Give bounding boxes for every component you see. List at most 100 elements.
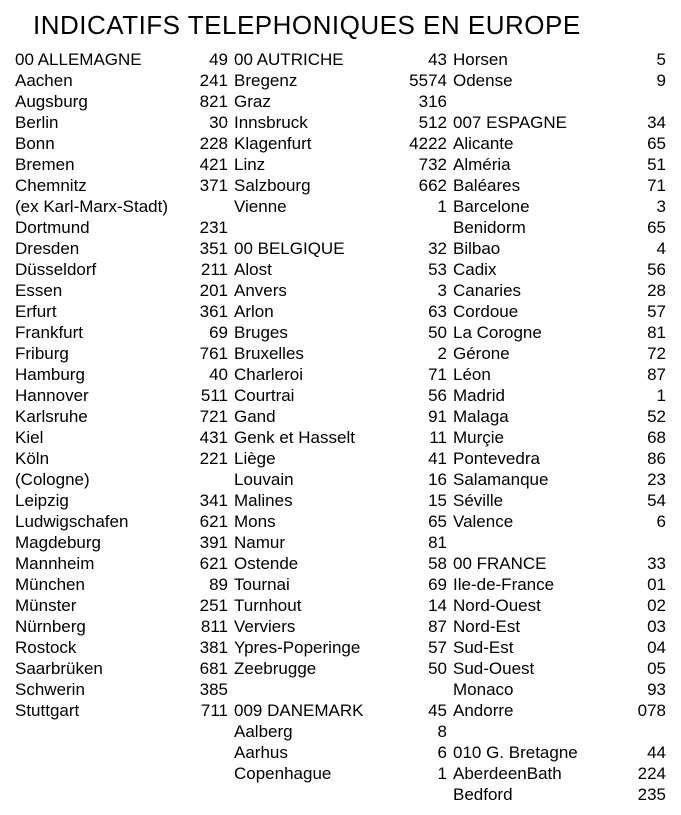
entry-name: Bremen xyxy=(15,154,79,175)
entry-row: Pontevedra86 xyxy=(453,448,666,469)
entry-name: Charleroi xyxy=(234,364,307,385)
entry-row: Valence6 xyxy=(453,511,666,532)
entry-name: Canaries xyxy=(453,280,525,301)
entry-code: 65 xyxy=(407,511,447,532)
entry-code: 71 xyxy=(626,175,666,196)
entry-name: Essen xyxy=(15,280,66,301)
entry-row: Salzbourg662 xyxy=(234,175,447,196)
entry-row: Hamburg40 xyxy=(15,364,228,385)
entry-row: Alicante 65 xyxy=(453,133,666,154)
entry-name: Louvain xyxy=(234,469,298,490)
entry-name: Ostende xyxy=(234,553,302,574)
entry-name: Karlsruhe xyxy=(15,406,92,427)
entry-name: Kiel xyxy=(15,427,47,448)
entry-code: 01 xyxy=(626,574,666,595)
entry-code: 11 xyxy=(407,427,447,448)
entry-row: Aalberg8 xyxy=(234,721,447,742)
entry-row: 00 AUTRICHE43 xyxy=(234,49,447,70)
entry-row: Kiel431 xyxy=(15,427,228,448)
entry-code: 231 xyxy=(188,217,228,238)
entry-row: Schwerin 385 xyxy=(15,679,228,700)
entry-code: 221 xyxy=(188,448,228,469)
entry-code: 50 xyxy=(407,322,447,343)
entry-row: Essen 201 xyxy=(15,280,228,301)
entry-row: Courtrai56 xyxy=(234,385,447,406)
entry-row: München 89 xyxy=(15,574,228,595)
entry-name: AberdeenBath xyxy=(453,763,566,784)
entry-code: 86 xyxy=(626,448,666,469)
entry-name: Bruxelles xyxy=(234,343,308,364)
entry-name: Aachen xyxy=(15,70,77,91)
entry-name: Zeebrugge xyxy=(234,658,320,679)
entry-row: Ile-de-France01 xyxy=(453,574,666,595)
entry-name: Alicante xyxy=(453,133,517,154)
entry-row: Rostock381 xyxy=(15,637,228,658)
entry-code: 3 xyxy=(626,196,666,217)
entry-code: 28 xyxy=(626,280,666,301)
entry-name: Tournai xyxy=(234,574,294,595)
entry-code: 251 xyxy=(188,595,228,616)
entry-row: Nürnberg811 xyxy=(15,616,228,637)
entry-name: Andorre xyxy=(453,700,517,721)
spacer xyxy=(234,217,447,238)
entry-row: Innsbruck512 xyxy=(234,112,447,133)
entry-name: Schwerin xyxy=(15,679,89,700)
entry-code: 54 xyxy=(626,490,666,511)
entry-name: Monaco xyxy=(453,679,517,700)
entry-code: 89 xyxy=(188,574,228,595)
entry-row: Horsen5 xyxy=(453,49,666,70)
entry-row: Chemnitz371 xyxy=(15,175,228,196)
entry-code: 16 xyxy=(407,469,447,490)
entry-code: 65 xyxy=(626,133,666,154)
entry-code: 201 xyxy=(188,280,228,301)
entry-code: 361 xyxy=(188,301,228,322)
entry-code: 51 xyxy=(626,154,666,175)
entry-row: Benidorm65 xyxy=(453,217,666,238)
entry-code: 56 xyxy=(626,259,666,280)
entry-row: Cadix56 xyxy=(453,259,666,280)
entry-row: Genk et Hasselt11 xyxy=(234,427,447,448)
entry-code: 87 xyxy=(407,616,447,637)
entry-row: Malines15 xyxy=(234,490,447,511)
entry-code xyxy=(188,196,228,217)
entry-code: 57 xyxy=(407,637,447,658)
entry-name: Hannover xyxy=(15,385,93,406)
entry-row: Malaga52 xyxy=(453,406,666,427)
entry-row: Madrid1 xyxy=(453,385,666,406)
entry-code: 43 xyxy=(407,49,447,70)
entry-row: Stuttgart711 xyxy=(15,700,228,721)
entry-name: Anvers xyxy=(234,280,291,301)
entry-code: 58 xyxy=(407,553,447,574)
entry-row: Bregenz5574 xyxy=(234,70,447,91)
entry-code: 078 xyxy=(626,700,666,721)
entry-code: 02 xyxy=(626,595,666,616)
entry-row: Klagenfurt4222 xyxy=(234,133,447,154)
entry-row: Ludwigschafen621 xyxy=(15,511,228,532)
entry-code: 49 xyxy=(188,49,228,70)
entry-code: 15 xyxy=(407,490,447,511)
entry-name: Copenhague xyxy=(234,763,335,784)
entry-code: 41 xyxy=(407,448,447,469)
entry-code: 228 xyxy=(188,133,228,154)
entry-code: 50 xyxy=(407,658,447,679)
entry-name: München xyxy=(15,574,89,595)
entry-row: AberdeenBath224 xyxy=(453,763,666,784)
entry-code: 821 xyxy=(188,91,228,112)
entry-code: 385 xyxy=(188,679,228,700)
entry-row: Köln221 xyxy=(15,448,228,469)
entry-name: Vienne xyxy=(234,196,291,217)
entry-row: Mons65 xyxy=(234,511,447,532)
entry-code: 69 xyxy=(407,574,447,595)
entry-code: 761 xyxy=(188,343,228,364)
entry-code: 235 xyxy=(626,784,666,805)
entry-row: Namur81 xyxy=(234,532,447,553)
entry-code: 72 xyxy=(626,343,666,364)
entry-row: 00 FRANCE33 xyxy=(453,553,666,574)
entry-row: Monaco93 xyxy=(453,679,666,700)
entry-name: Verviers xyxy=(234,616,299,637)
entry-code: 53 xyxy=(407,259,447,280)
entry-name: Klagenfurt xyxy=(234,133,316,154)
entry-code: 81 xyxy=(407,532,447,553)
entry-name: 00 BELGIQUE xyxy=(234,238,349,259)
entry-row: Mannheim621 xyxy=(15,553,228,574)
